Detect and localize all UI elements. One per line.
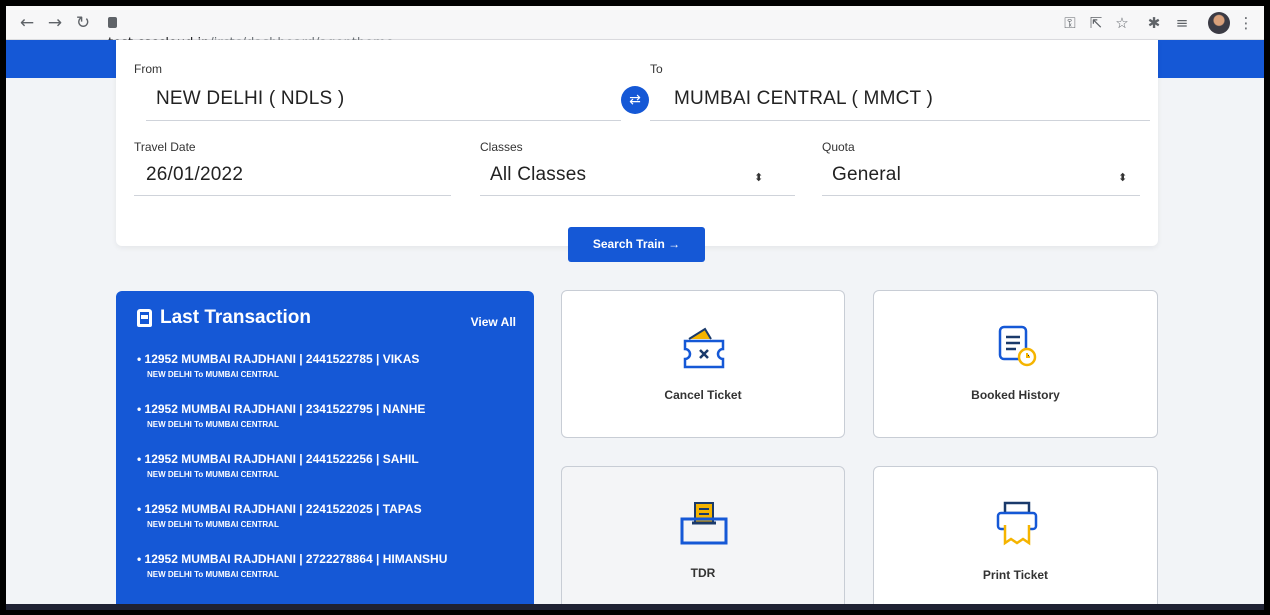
classes-select[interactable]: All Classes [490, 164, 586, 186]
transaction-route: NEW DELHI To MUMBAI CENTRAL [147, 420, 279, 429]
train-icon [137, 309, 152, 327]
transaction-route: NEW DELHI To MUMBAI CENTRAL [147, 470, 279, 479]
tdr-tile[interactable]: TDR [561, 466, 845, 610]
menu-kebab-icon[interactable]: ⋮ [1236, 13, 1256, 33]
tdr-icon [680, 502, 728, 545]
swap-stations-icon[interactable]: ⇄ [621, 86, 649, 114]
printer-icon [996, 501, 1038, 546]
print-ticket-tile[interactable]: Print Ticket [873, 466, 1158, 610]
transaction-item[interactable]: • 12952 MUMBAI RAJDHANI | 2441522256 | S… [137, 452, 419, 479]
from-label: From [134, 62, 162, 76]
extensions-icon[interactable]: ✱ [1144, 13, 1164, 33]
transaction-text: • 12952 MUMBAI RAJDHANI | 2441522785 | V… [137, 352, 420, 366]
booked-history-tile[interactable]: Booked History [873, 290, 1158, 438]
quota-label: Quota [822, 140, 855, 154]
transaction-text: • 12952 MUMBAI RAJDHANI | 2722278864 | H… [137, 552, 448, 566]
classes-caret-icon: ⬍ [754, 171, 764, 184]
transaction-text: • 12952 MUMBAI RAJDHANI | 2241522025 | T… [137, 502, 422, 516]
reading-list-icon[interactable]: ≡ [1172, 13, 1192, 33]
share-icon[interactable]: ⇱ [1086, 13, 1106, 33]
search-train-button[interactable]: Search Train → [568, 227, 705, 262]
cancel-ticket-tile[interactable]: Cancel Ticket [561, 290, 845, 438]
last-transaction-panel: Last Transaction View All • 12952 MUMBAI… [116, 291, 534, 610]
transaction-text: • 12952 MUMBAI RAJDHANI | 2341522795 | N… [137, 402, 426, 416]
tdr-label: TDR [690, 566, 716, 580]
browser-toolbar: ← → ↻ test.csccloud.in/irctc/dashboard/a… [6, 6, 1264, 51]
booked-history-icon [998, 325, 1037, 367]
transaction-text: • 12952 MUMBAI RAJDHANI | 2441522256 | S… [137, 452, 419, 466]
view-all-link[interactable]: View All [471, 315, 516, 329]
from-station-input[interactable]: NEW DELHI ( NDLS ) [156, 88, 344, 110]
transaction-item[interactable]: • 12952 MUMBAI RAJDHANI | 2241522025 | T… [137, 502, 422, 529]
transaction-item[interactable]: • 12952 MUMBAI RAJDHANI | 2722278864 | H… [137, 552, 447, 579]
from-underline [146, 120, 621, 121]
quota-underline [822, 195, 1140, 196]
forward-icon[interactable]: → [44, 12, 66, 34]
profile-avatar[interactable] [1208, 12, 1230, 34]
back-icon[interactable]: ← [16, 12, 38, 34]
reload-icon[interactable]: ↻ [72, 12, 94, 34]
cancel-ticket-icon [683, 327, 725, 369]
travel-date-input[interactable]: 26/01/2022 [146, 164, 243, 186]
browser-window: ← → ↻ test.csccloud.in/irctc/dashboard/a… [6, 6, 1264, 610]
travel-date-label: Travel Date [134, 140, 196, 154]
address-bar[interactable]: test.csccloud.in/irctc/dashboard/agentho… [108, 14, 408, 51]
bottom-edge [6, 604, 1264, 610]
star-icon[interactable]: ☆ [1112, 13, 1132, 33]
classes-underline [480, 195, 795, 196]
to-station-input[interactable]: MUMBAI CENTRAL ( MMCT ) [674, 88, 933, 110]
booked-history-label: Booked History [971, 388, 1060, 402]
key-icon[interactable]: ⚿ [1060, 13, 1080, 33]
search-form-card: From NEW DELHI ( NDLS ) ⇄ To MUMBAI CENT… [116, 40, 1158, 246]
print-ticket-label: Print Ticket [982, 568, 1049, 582]
date-underline [134, 195, 451, 196]
last-transaction-title: Last Transaction [160, 307, 311, 328]
transaction-route: NEW DELHI To MUMBAI CENTRAL [147, 370, 279, 379]
quota-select[interactable]: General [832, 164, 901, 186]
lock-icon [108, 17, 117, 28]
to-underline [650, 120, 1150, 121]
classes-label: Classes [480, 140, 523, 154]
transaction-route: NEW DELHI To MUMBAI CENTRAL [147, 520, 279, 529]
quota-caret-icon: ⬍ [1118, 171, 1128, 184]
transaction-route: NEW DELHI To MUMBAI CENTRAL [147, 570, 279, 579]
cancel-ticket-label: Cancel Ticket [664, 388, 742, 402]
transaction-item[interactable]: • 12952 MUMBAI RAJDHANI | 2441522785 | V… [137, 352, 419, 379]
to-label: To [650, 62, 663, 76]
transaction-item[interactable]: • 12952 MUMBAI RAJDHANI | 2341522795 | N… [137, 402, 425, 429]
